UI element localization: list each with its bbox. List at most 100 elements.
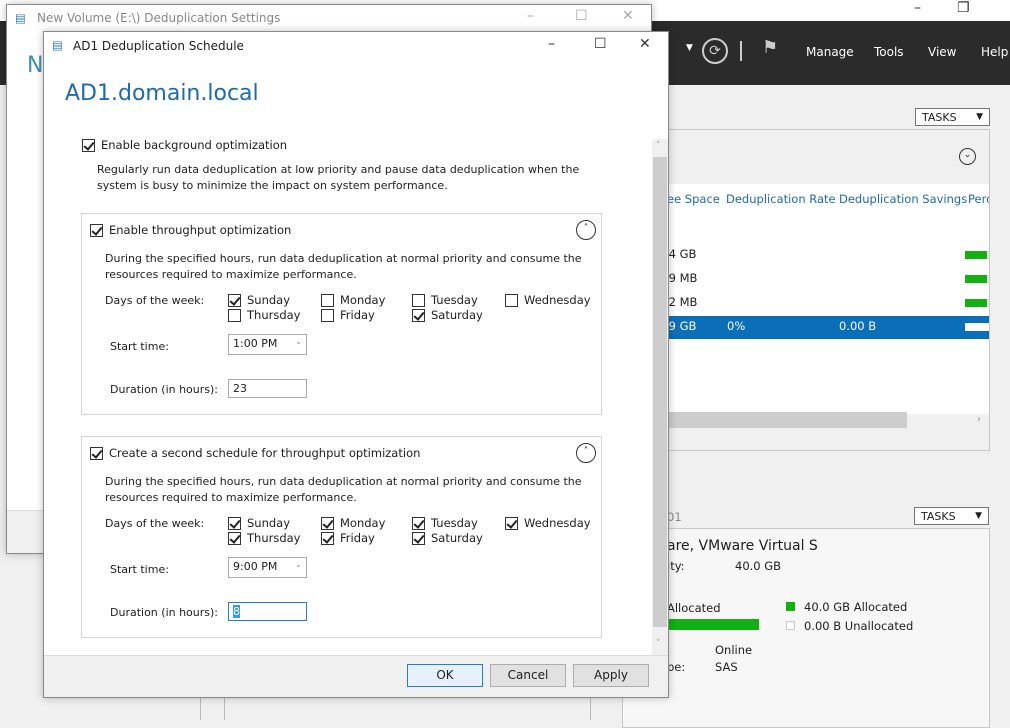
day-checkbox-saturday[interactable]: Saturday (412, 531, 483, 545)
schedule2-enable-checkbox[interactable]: Create a second schedule for throughput … (90, 446, 420, 460)
close-icon[interactable]: ✕ (622, 8, 634, 24)
disk-tasks-button[interactable]: TASKS ▼ (914, 507, 989, 525)
vertical-scrollbar[interactable]: ˄ ˅ (652, 139, 668, 655)
minimize-icon[interactable]: – (548, 36, 555, 52)
day-checkbox-thursday[interactable]: Thursday (228, 308, 300, 322)
start-time-label: Start time: (110, 563, 169, 576)
col-percent[interactable]: Perc (968, 192, 989, 206)
maximize-icon[interactable]: ☐ (575, 8, 588, 24)
day-label: Thursday (247, 308, 301, 322)
day-label: Friday (340, 308, 375, 322)
checkbox[interactable] (90, 447, 103, 460)
col-dedup-savings[interactable]: Deduplication Savings (839, 192, 967, 206)
day-label: Wednesday (524, 293, 591, 307)
bus-value: SAS (715, 660, 738, 674)
allocation-bar (667, 619, 759, 630)
duration-input[interactable]: 23 (228, 379, 307, 398)
day-checkbox-tuesday[interactable]: Tuesday (412, 516, 478, 530)
day-checkbox-sunday[interactable]: Sunday (228, 293, 290, 307)
schedule1-enable-checkbox[interactable]: Enable throughput optimization (90, 223, 291, 237)
day-checkbox-friday[interactable]: Friday (321, 531, 375, 545)
dialog-heading: AD1.domain.local (65, 81, 259, 106)
day-label: Sunday (247, 516, 291, 530)
table-row[interactable]: .4 GB (641, 244, 989, 267)
day-checkbox-monday[interactable]: Monday (321, 516, 385, 530)
table-row[interactable]: .9 MB (641, 268, 989, 291)
minimize-icon[interactable]: – (914, 0, 921, 16)
checkbox[interactable] (321, 532, 334, 545)
start-time-select[interactable]: 9:00 PM ⌄ (228, 557, 307, 578)
background-optimization-checkbox[interactable]: Enable background optimization (82, 138, 287, 152)
start-time-select[interactable]: 1:00 PM ⌄ (228, 334, 307, 355)
table-row[interactable]: .9 GB 0% 0.00 B (641, 316, 989, 339)
day-label: Tuesday (431, 516, 478, 530)
checkbox[interactable] (505, 517, 518, 530)
scroll-right-icon[interactable]: › (977, 414, 981, 425)
percent-bar-fill (965, 251, 987, 259)
day-checkbox-wednesday[interactable]: Wednesday (505, 293, 591, 307)
volumes-tasks-button[interactable]: TASKS ▼ (915, 108, 990, 126)
refresh-icon[interactable]: ⟳ (702, 38, 728, 64)
day-checkbox-thursday[interactable]: Thursday (228, 531, 300, 545)
chevron-down-icon: ⌄ (295, 560, 302, 569)
ok-button[interactable]: OK (407, 664, 483, 687)
checkbox[interactable] (90, 224, 103, 237)
legend-allocated: 40.0 GB Allocated (804, 600, 908, 614)
checkbox[interactable] (321, 294, 334, 307)
scroll-down-icon[interactable]: ˅ (656, 639, 661, 649)
checkbox[interactable] (412, 532, 425, 545)
checkbox-label: Enable throughput optimization (109, 223, 292, 237)
restore-icon[interactable]: ❐ (957, 0, 970, 16)
table-row[interactable]: .2 MB (641, 292, 989, 315)
checkbox[interactable] (228, 309, 241, 322)
checkbox[interactable] (228, 294, 241, 307)
menu-tools[interactable]: Tools (874, 45, 904, 59)
dropdown-icon: ▼ (976, 112, 983, 122)
divider (590, 697, 591, 720)
duration-label: Duration (in hours): (110, 606, 219, 619)
window-title: New Volume (E:\) Deduplication Settings (37, 11, 281, 25)
allocation-bar-fill (667, 619, 759, 630)
maximize-icon[interactable]: ☐ (594, 36, 607, 52)
menu-manage[interactable]: Manage (806, 45, 854, 59)
minimize-icon[interactable]: – (527, 8, 534, 24)
col-free-space[interactable]: ee Space (667, 192, 720, 206)
day-checkbox-saturday[interactable]: Saturday (412, 308, 483, 322)
day-checkbox-sunday[interactable]: Sunday (228, 516, 290, 530)
dropdown-icon[interactable]: ▼ (686, 43, 693, 53)
horizontal-scrollbar[interactable] (641, 412, 907, 428)
flag-icon[interactable]: ⚑ (762, 37, 778, 58)
divider (740, 41, 742, 61)
close-icon[interactable]: ✕ (639, 36, 651, 52)
checkbox[interactable] (228, 532, 241, 545)
scrollbar-thumb[interactable] (653, 157, 667, 627)
checkbox[interactable] (412, 517, 425, 530)
col-dedup-rate[interactable]: Deduplication Rate (726, 192, 836, 206)
apply-button[interactable]: Apply (573, 664, 649, 687)
checkbox[interactable] (228, 517, 241, 530)
cancel-button[interactable]: Cancel (490, 664, 566, 687)
day-checkbox-monday[interactable]: Monday (321, 293, 385, 307)
bus-label: pe: (667, 660, 686, 674)
dropdown-icon: ▼ (975, 511, 982, 521)
disk-header: 01 (667, 510, 682, 524)
checkbox[interactable] (82, 139, 95, 152)
checkbox[interactable] (321, 309, 334, 322)
expand-icon[interactable]: ⌄ (959, 148, 976, 165)
scroll-up-icon[interactable]: ˄ (656, 141, 661, 151)
checkbox[interactable] (505, 294, 518, 307)
checkbox[interactable] (321, 517, 334, 530)
unallocated-swatch (786, 621, 795, 630)
day-checkbox-friday[interactable]: Friday (321, 308, 375, 322)
menu-view[interactable]: View (928, 45, 956, 59)
checkbox[interactable] (412, 309, 425, 322)
duration-input[interactable]: 8 (228, 602, 307, 621)
day-checkbox-tuesday[interactable]: Tuesday (412, 293, 478, 307)
collapse-icon[interactable]: ˄ (576, 220, 596, 240)
checkbox[interactable] (412, 294, 425, 307)
legend-unallocated: 0.00 B Unallocated (804, 619, 914, 633)
start-time-label: Start time: (110, 340, 169, 353)
menu-help[interactable]: Help (981, 45, 1008, 59)
day-checkbox-wednesday[interactable]: Wednesday (505, 516, 591, 530)
collapse-icon[interactable]: ˄ (576, 443, 596, 463)
